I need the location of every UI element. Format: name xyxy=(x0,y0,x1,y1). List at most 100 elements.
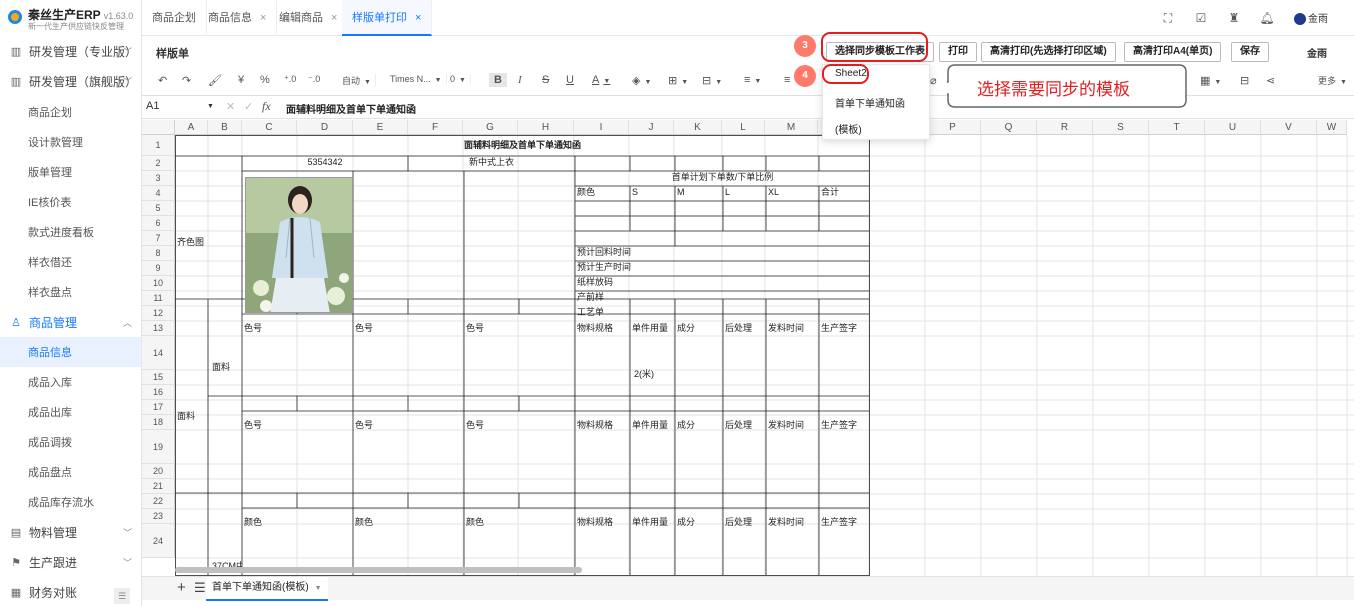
row-header-5[interactable]: 5 xyxy=(142,201,175,216)
column-header-t[interactable]: T xyxy=(1149,120,1205,135)
column-header-j[interactable]: J xyxy=(629,120,674,135)
valign-icon[interactable]: ≡ xyxy=(784,74,790,86)
row-header-11[interactable]: 11 xyxy=(142,291,175,306)
color-no-cell[interactable]: 色号 xyxy=(353,419,373,432)
sidebar-group-goods[interactable]: ♙ 商品管理 ︿ xyxy=(0,307,141,337)
column-header-d[interactable]: D xyxy=(297,120,353,135)
sidebar-group-rd-flagship[interactable]: ▥ 研发管理（旗舰版） ﹀ xyxy=(0,66,141,96)
color-word-cell[interactable]: 颜色 xyxy=(464,516,484,529)
row-header-1[interactable]: 1 xyxy=(142,135,175,156)
size-l-cell[interactable]: L xyxy=(723,186,730,199)
row-header-12[interactable]: 12 xyxy=(142,306,175,321)
increase-decimal-icon[interactable]: ⁺.0 xyxy=(284,74,296,85)
save-button[interactable]: 保存 xyxy=(1231,42,1269,62)
column-header-g[interactable]: G xyxy=(463,120,518,135)
border-icon[interactable]: ⊞ ▼ xyxy=(668,74,688,87)
more-button[interactable]: 更多 ▼ xyxy=(1318,74,1347,87)
merge-cells-icon[interactable]: ⊟ ▼ xyxy=(702,74,722,87)
function-icon[interactable]: fx xyxy=(262,99,271,114)
undo-icon[interactable]: ↶ xyxy=(158,74,167,87)
print-button[interactable]: 打印 xyxy=(939,42,977,62)
plan-header-cell[interactable]: 首单计划下单数/下单比例 xyxy=(575,171,870,184)
column-header-i[interactable]: I xyxy=(574,120,629,135)
row-header-23[interactable]: 23 xyxy=(142,509,175,524)
row-header-10[interactable]: 10 xyxy=(142,276,175,291)
process-sheet-cell[interactable]: 工艺单 xyxy=(575,306,604,319)
align-icon[interactable]: ≡ ▼ xyxy=(744,74,761,86)
select-all-corner[interactable] xyxy=(142,120,175,135)
strikethrough-icon[interactable]: S xyxy=(542,74,549,86)
column-header-w[interactable]: W xyxy=(1317,120,1347,135)
sidebar-item-progress-board[interactable]: 款式进度看板 xyxy=(0,217,141,247)
size-s-cell[interactable]: S xyxy=(630,186,638,199)
row-header-4[interactable]: 4 xyxy=(142,186,175,201)
horizontal-scrollbar[interactable] xyxy=(175,567,582,573)
column-header-f[interactable]: F xyxy=(408,120,463,135)
post-treatment-cell[interactable]: 后处理 xyxy=(723,322,752,335)
pre-sample-cell[interactable]: 产前样 xyxy=(575,291,604,304)
composition-cell[interactable]: 成分 xyxy=(675,516,695,529)
filter-icon[interactable]: ⊟ xyxy=(1240,74,1249,87)
sidebar-item-product-out[interactable]: 成品出库 xyxy=(0,397,141,427)
caret-down-icon[interactable]: ▼ xyxy=(207,103,214,110)
tab-goods-info[interactable]: 商品信息 × xyxy=(198,0,278,36)
row-header-22[interactable]: 22 xyxy=(142,494,175,509)
style-no-cell[interactable]: 5354342 xyxy=(242,156,408,169)
confirm-icon[interactable]: ✓ xyxy=(244,100,253,113)
row-header-6[interactable]: 6 xyxy=(142,216,175,231)
issue-time-cell[interactable]: 发料时间 xyxy=(766,516,804,529)
unit-usage-cell[interactable]: 单件用量 xyxy=(630,516,668,529)
redo-icon[interactable]: ↷ xyxy=(182,74,191,87)
number-format-select[interactable]: 自动 ▼ xyxy=(338,74,376,87)
post-treatment-cell[interactable]: 后处理 xyxy=(723,516,752,529)
column-header-p[interactable]: P xyxy=(925,120,981,135)
close-icon[interactable]: × xyxy=(260,12,266,24)
column-header-h[interactable]: H xyxy=(518,120,574,135)
close-icon[interactable]: × xyxy=(415,12,421,24)
percent-icon[interactable]: % xyxy=(260,74,270,86)
size-xl-cell[interactable]: XL xyxy=(766,186,779,199)
composition-cell[interactable]: 成分 xyxy=(675,322,695,335)
sidebar-item-sample-borrow[interactable]: 样衣借还 xyxy=(0,247,141,277)
sheet-tab-notice-template[interactable]: 首单下单通知函(模板) ▼ xyxy=(206,577,328,601)
return-time-cell[interactable]: 预计回料时间 xyxy=(575,246,631,259)
underline-icon[interactable]: U xyxy=(566,74,574,86)
sheet-list-icon[interactable]: ☰ xyxy=(194,580,206,596)
column-header-m[interactable]: M xyxy=(765,120,818,135)
task-check-icon[interactable]: ☑ xyxy=(1193,10,1209,26)
row-header-8[interactable]: 8 xyxy=(142,246,175,261)
color-no-cell[interactable]: 色号 xyxy=(242,419,262,432)
sidebar-item-product-inventory[interactable]: 成品盘点 xyxy=(0,457,141,487)
row-header-20[interactable]: 20 xyxy=(142,464,175,479)
color-no-cell[interactable]: 色号 xyxy=(464,419,484,432)
fabric-sub-cell[interactable]: 面料 xyxy=(210,361,230,374)
issue-time-cell[interactable]: 发料时间 xyxy=(766,419,804,432)
row-header-17[interactable]: 17 xyxy=(142,400,175,415)
sidebar-item-design-style[interactable]: 设计款管理 xyxy=(0,127,141,157)
color-word-cell[interactable]: 颜色 xyxy=(242,516,262,529)
dropdown-item-template[interactable]: (模板) xyxy=(835,121,862,136)
close-icon[interactable]: × xyxy=(331,12,337,24)
fullscreen-icon[interactable]: ⛶ xyxy=(1160,10,1176,26)
table-icon[interactable]: ▦ ▼ xyxy=(1200,74,1221,87)
color-cell[interactable]: 颜色 xyxy=(575,186,595,199)
sidebar-group-material[interactable]: ▤ 物料管理 ﹀ xyxy=(0,517,141,547)
row-header-13[interactable]: 13 xyxy=(142,321,175,336)
sidebar-item-sample-inventory[interactable]: 样衣盘点 xyxy=(0,277,141,307)
total-cell[interactable]: 合计 xyxy=(819,186,839,199)
production-sign-cell[interactable]: 生产签字 xyxy=(819,419,857,432)
spreadsheet-grid[interactable]: ABCDEFGHIJKLMNOPQRSTUVW 1234567891011121… xyxy=(142,120,1354,576)
sidebar-item-product-in[interactable]: 成品入库 xyxy=(0,367,141,397)
tab-version-print[interactable]: 样版单打印 × xyxy=(342,0,433,36)
color-no-cell[interactable]: 色号 xyxy=(353,322,373,335)
sidebar-item-ie-pricing[interactable]: IE核价表 xyxy=(0,187,141,217)
sidebar-item-goods-info[interactable]: 商品信息 xyxy=(0,337,141,367)
sidebar-item-goods-planning[interactable]: 商品企划 xyxy=(0,97,141,127)
column-header-s[interactable]: S xyxy=(1093,120,1149,135)
usage-value-cell[interactable]: 2(米) xyxy=(632,368,654,381)
unit-usage-cell[interactable]: 单件用量 xyxy=(630,419,668,432)
tab-edit-goods[interactable]: 编辑商品 × xyxy=(269,0,349,36)
font-color-icon[interactable]: A ▼ xyxy=(592,74,610,86)
sidebar-item-version-sheet[interactable]: 版单管理 xyxy=(0,157,141,187)
column-header-q[interactable]: Q xyxy=(981,120,1037,135)
